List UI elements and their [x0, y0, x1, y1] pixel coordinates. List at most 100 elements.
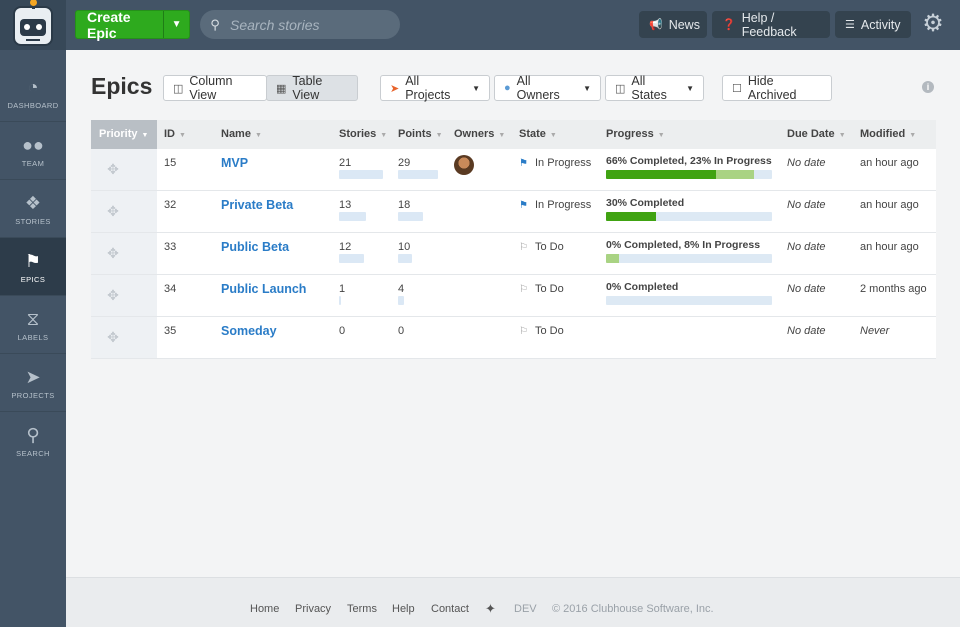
clubhouse-robot-logo-icon[interactable] [13, 0, 53, 46]
header-label: Points [398, 128, 432, 140]
column-header-id[interactable]: ID ▼ [164, 120, 186, 149]
hide-archived-toggle[interactable]: ☐ Hide Archived [722, 74, 832, 102]
logo-area[interactable] [0, 0, 66, 50]
team-icon: ●● [22, 134, 44, 155]
epic-name-link[interactable]: MVP [221, 156, 248, 170]
twitter-icon[interactable]: ✦ [485, 601, 496, 617]
drag-handle-icon[interactable]: ✥ [105, 245, 121, 261]
due-date: No date [787, 325, 826, 337]
flag-icon: ⚐ [519, 284, 528, 295]
flag-icon: ⚐ [519, 326, 528, 337]
progress-bar [606, 296, 772, 305]
progress-bar [606, 254, 772, 263]
footer [66, 577, 960, 627]
search-stories-input[interactable]: ⚲ Search stories [200, 10, 400, 39]
sidebar-item-stories[interactable]: ❖ STORIES [0, 180, 66, 238]
table-row[interactable]: ✥ 35 Someday 0 0 ⚐ To Do No date Never [91, 317, 936, 359]
epic-name-link[interactable]: Public Launch [221, 282, 306, 296]
all-projects-dropdown[interactable]: ➤ All Projects ▼ [380, 74, 490, 102]
progress-completed-fill [606, 212, 656, 221]
sidebar-item-search[interactable]: ⚲ SEARCH [0, 412, 66, 470]
epic-name-link[interactable]: Public Beta [221, 240, 289, 254]
info-icon[interactable]: i [922, 81, 934, 93]
state-cell[interactable]: ⚐ To Do [519, 283, 564, 295]
all-states-dropdown[interactable]: ◫ All States ▼ [605, 74, 704, 102]
stories-count: 12 [339, 241, 352, 253]
state-cell[interactable]: ⚑ In Progress [519, 199, 591, 211]
column-header-modified[interactable]: Modified ▼ [860, 120, 916, 149]
footer-link-terms[interactable]: Terms [347, 603, 377, 615]
footer-link-home[interactable]: Home [250, 603, 279, 615]
footer-dev-label: DEV [514, 603, 537, 615]
sidebar-item-projects[interactable]: ➤ PROJECTS [0, 354, 66, 412]
footer-link-contact[interactable]: Contact [431, 603, 469, 615]
sidebar-item-team[interactable]: ●● TEAM [0, 122, 66, 180]
sidebar-item-labels[interactable]: ⧖ LABELS [0, 296, 66, 354]
column-view-button[interactable]: ◫ Column View [163, 74, 267, 102]
drag-handle-icon[interactable]: ✥ [105, 329, 121, 345]
news-button[interactable]: 📢 News [639, 11, 707, 38]
table-icon: ▦ [276, 82, 287, 95]
column-header-state[interactable]: State ▼ [519, 120, 557, 149]
column-header-due-date[interactable]: Due Date ▼ [787, 120, 846, 149]
sidebar-item-dashboard[interactable]: ◔ DASHBOARD [0, 64, 66, 122]
page-title: Epics [91, 73, 153, 99]
all-owners-dropdown[interactable]: ● All Owners ▼ [494, 74, 601, 102]
state-cell[interactable]: ⚑ In Progress [519, 157, 591, 169]
columns-icon: ◫ [615, 82, 626, 95]
stories-bar [339, 254, 364, 263]
epics-table: Priority ▼ ID ▼ Name ▼ Stories ▼ Points ▼ Own… [91, 120, 936, 359]
column-header-priority[interactable]: Priority ▼ [91, 120, 157, 149]
create-dropdown-caret-icon[interactable]: ▼ [163, 11, 189, 38]
points-bar [398, 212, 423, 221]
sort-arrow-icon: ▼ [254, 132, 262, 139]
help-feedback-button[interactable]: ❓ Help / Feedback [712, 11, 830, 39]
sidebar-item-label: TEAM [21, 158, 45, 168]
table-row[interactable]: ✥ 32 Private Beta 13 18 ⚑ In Progress 30% Compl… [91, 191, 936, 233]
gear-icon[interactable]: ⚙ [920, 10, 946, 38]
column-header-name[interactable]: Name ▼ [221, 120, 262, 149]
table-row[interactable]: ✥ 33 Public Beta 12 10 ⚐ To Do 0% Completed, 8%… [91, 233, 936, 275]
sidebar-item-epics[interactable]: ⚑ EPICS [0, 238, 66, 296]
column-header-progress[interactable]: Progress ▼ [606, 120, 665, 149]
sort-arrow-icon: ▼ [498, 132, 506, 139]
sidebar-item-label: LABELS [17, 332, 49, 342]
column-header-stories[interactable]: Stories ▼ [339, 120, 387, 149]
state-cell[interactable]: ⚐ To Do [519, 241, 564, 253]
column-header-owners[interactable]: Owners ▼ [454, 120, 505, 149]
labels-icon: ⧖ [26, 308, 40, 329]
header-label: Priority [99, 128, 138, 140]
table-row[interactable]: ✥ 15 MVP 21 29 ⚑ In Progress 66% Completed, 23%… [91, 149, 936, 191]
sidebar-item-label: PROJECTS [11, 390, 55, 400]
state-label: To Do [535, 283, 564, 295]
list-icon: ☰ [845, 19, 855, 31]
progress-label: 30% Completed [606, 197, 685, 209]
epic-id: 34 [164, 283, 177, 295]
drag-handle-icon[interactable]: ✥ [105, 287, 121, 303]
drag-handle-icon[interactable]: ✥ [105, 203, 121, 219]
header-label: Owners [454, 128, 495, 140]
drag-handle-icon[interactable]: ✥ [105, 161, 121, 177]
footer-link-privacy[interactable]: Privacy [295, 603, 331, 615]
due-date: No date [787, 199, 826, 211]
table-view-button[interactable]: ▦ Table View [266, 74, 358, 102]
epic-name-link[interactable]: Private Beta [221, 198, 293, 212]
checkbox-icon[interactable]: ☐ [732, 82, 742, 95]
table-row[interactable]: ✥ 34 Public Launch 1 4 ⚐ To Do 0% Completed No d… [91, 275, 936, 317]
sidebar-item-label: DASHBOARD [7, 100, 59, 110]
column-header-points[interactable]: Points ▼ [398, 120, 443, 149]
activity-button[interactable]: ☰ Activity [835, 11, 911, 38]
stories-icon: ❖ [24, 192, 42, 213]
sidebar: ◔ DASHBOARD ●● TEAM ❖ STORIES ⚑ EPICS ⧖ … [0, 50, 66, 627]
state-label: To Do [535, 241, 564, 253]
epic-name-link[interactable]: Someday [221, 324, 277, 338]
create-epic-button[interactable]: Create Epic ▼ [75, 9, 190, 41]
points-bar [398, 296, 404, 305]
state-cell[interactable]: ⚐ To Do [519, 325, 564, 337]
news-label: News [668, 17, 700, 32]
owner-avatar[interactable] [454, 155, 474, 175]
chevron-down-icon: ▼ [472, 83, 480, 93]
footer-link-help[interactable]: Help [392, 603, 415, 615]
modified-time: an hour ago [860, 199, 919, 211]
state-label: In Progress [535, 199, 592, 211]
